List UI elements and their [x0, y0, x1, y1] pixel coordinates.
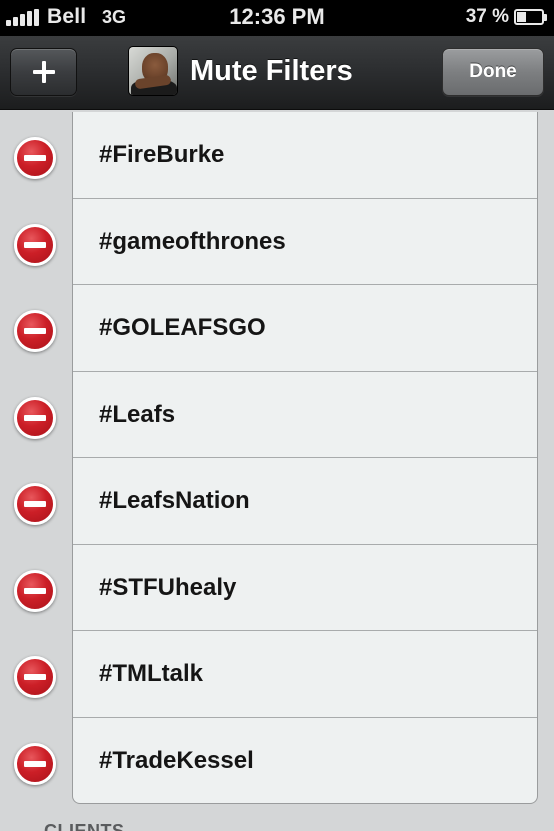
filter-row[interactable]: #FireBurke — [73, 112, 537, 199]
filter-label: #TMLtalk — [99, 660, 204, 687]
avatar[interactable] — [128, 46, 178, 96]
delete-filter-icon[interactable] — [14, 742, 56, 785]
delete-filter-icon[interactable] — [14, 483, 56, 525]
delete-filter-icon[interactable] — [14, 223, 56, 266]
filter-label: #TradeKessel — [99, 746, 254, 774]
plus-icon — [32, 61, 55, 83]
filter-label: #LeafsNation — [99, 487, 250, 514]
battery-icon — [514, 9, 547, 25]
filter-row[interactable]: #TMLtalk — [73, 631, 537, 718]
status-bar: Bell 3G 12:36 PM 37 % — [0, 0, 554, 36]
filter-row[interactable]: #GOLEAFSGO — [73, 285, 537, 372]
filter-label: #gameofthrones — [99, 227, 286, 255]
filter-row[interactable]: #LeafsNation — [73, 458, 537, 545]
mute-filter-list: #FireBurke #gameofthrones #GOLEAFSGO #Leafs… — [72, 112, 538, 804]
delete-filter-icon[interactable] — [14, 569, 56, 612]
delete-filter-icon[interactable] — [14, 137, 56, 179]
filter-label: #Leafs — [99, 400, 176, 428]
filter-row[interactable]: #STFUhealy — [73, 545, 537, 631]
done-button[interactable]: Done — [442, 48, 544, 96]
filter-row[interactable]: #TradeKessel — [73, 718, 537, 804]
page-title: Mute Filters — [190, 55, 353, 87]
battery-percent: 37 % — [465, 6, 509, 27]
filter-row[interactable]: #Leafs — [73, 372, 537, 458]
filter-label: #GOLEAFSGO — [99, 314, 266, 341]
nav-bar: Mute Filters Done — [0, 36, 554, 110]
filter-row[interactable]: #gameofthrones — [73, 199, 537, 285]
filter-label: #FireBurke — [99, 141, 225, 168]
delete-filter-icon[interactable] — [14, 310, 56, 352]
delete-filter-icon[interactable] — [14, 656, 56, 698]
delete-filter-icon[interactable] — [14, 396, 56, 439]
filter-label: #STFUhealy — [99, 573, 237, 601]
add-filter-button[interactable] — [10, 48, 77, 96]
section-header: CLIENTS — [44, 822, 125, 831]
